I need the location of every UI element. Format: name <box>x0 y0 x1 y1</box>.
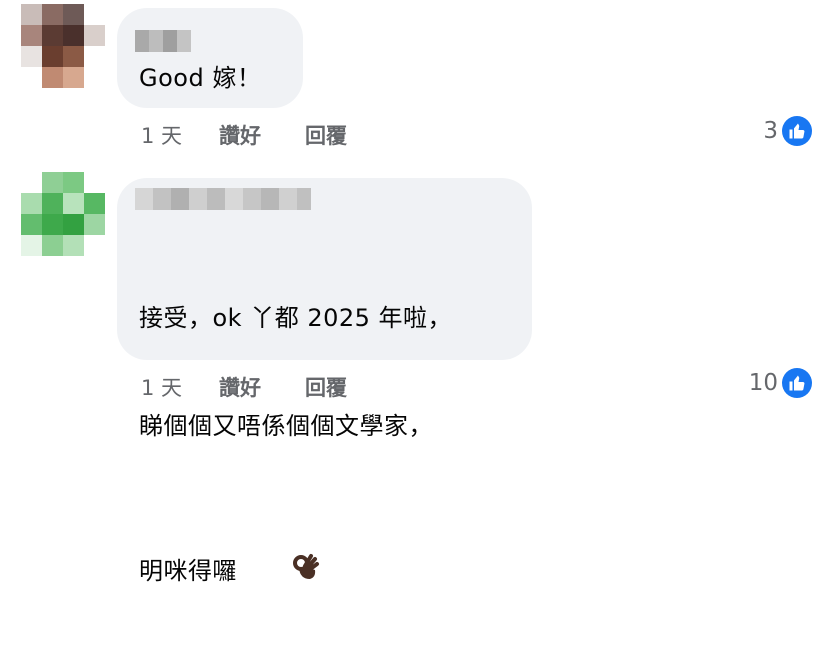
comment-timestamp[interactable]: 1 天 <box>141 372 219 402</box>
reaction-count: 10 <box>748 370 778 396</box>
commenter-avatar[interactable] <box>21 4 105 88</box>
comment-meta: 1 天 讚好 回覆 <box>141 372 347 402</box>
reply-button[interactable]: 回覆 <box>305 120 347 150</box>
comment-meta: 1 天 讚好 回覆 <box>141 120 347 150</box>
comment-text: Good 嫁！ <box>139 64 262 92</box>
comment-text-line: 睇個個又唔係個個文學家， <box>139 412 433 440</box>
like-button[interactable]: 讚好 <box>219 120 305 150</box>
reaction-summary[interactable]: 3 <box>763 116 812 146</box>
comment-text-line: 明咪得囉 <box>139 557 237 585</box>
commenter-name-redacted[interactable] <box>135 188 311 210</box>
thumbs-up-icon <box>782 116 812 146</box>
reply-button[interactable]: 回覆 <box>305 372 347 402</box>
commenter-name-redacted[interactable] <box>135 30 191 52</box>
ok-hand-emoji <box>241 516 320 628</box>
like-button[interactable]: 讚好 <box>219 372 305 402</box>
comment-text-line-last: 明咪得囉 <box>139 516 452 628</box>
comment-text: 接受，ok 丫都 2025 年啦， 睇個個又唔係個個文學家， 明咪得囉 <box>139 228 452 664</box>
comment-text-line: 接受，ok 丫都 2025 年啦， <box>139 304 453 332</box>
thumbs-up-icon <box>782 368 812 398</box>
reaction-count: 3 <box>763 118 778 144</box>
reaction-summary[interactable]: 10 <box>749 368 812 398</box>
comment-timestamp[interactable]: 1 天 <box>141 120 219 150</box>
commenter-avatar[interactable] <box>21 172 105 256</box>
